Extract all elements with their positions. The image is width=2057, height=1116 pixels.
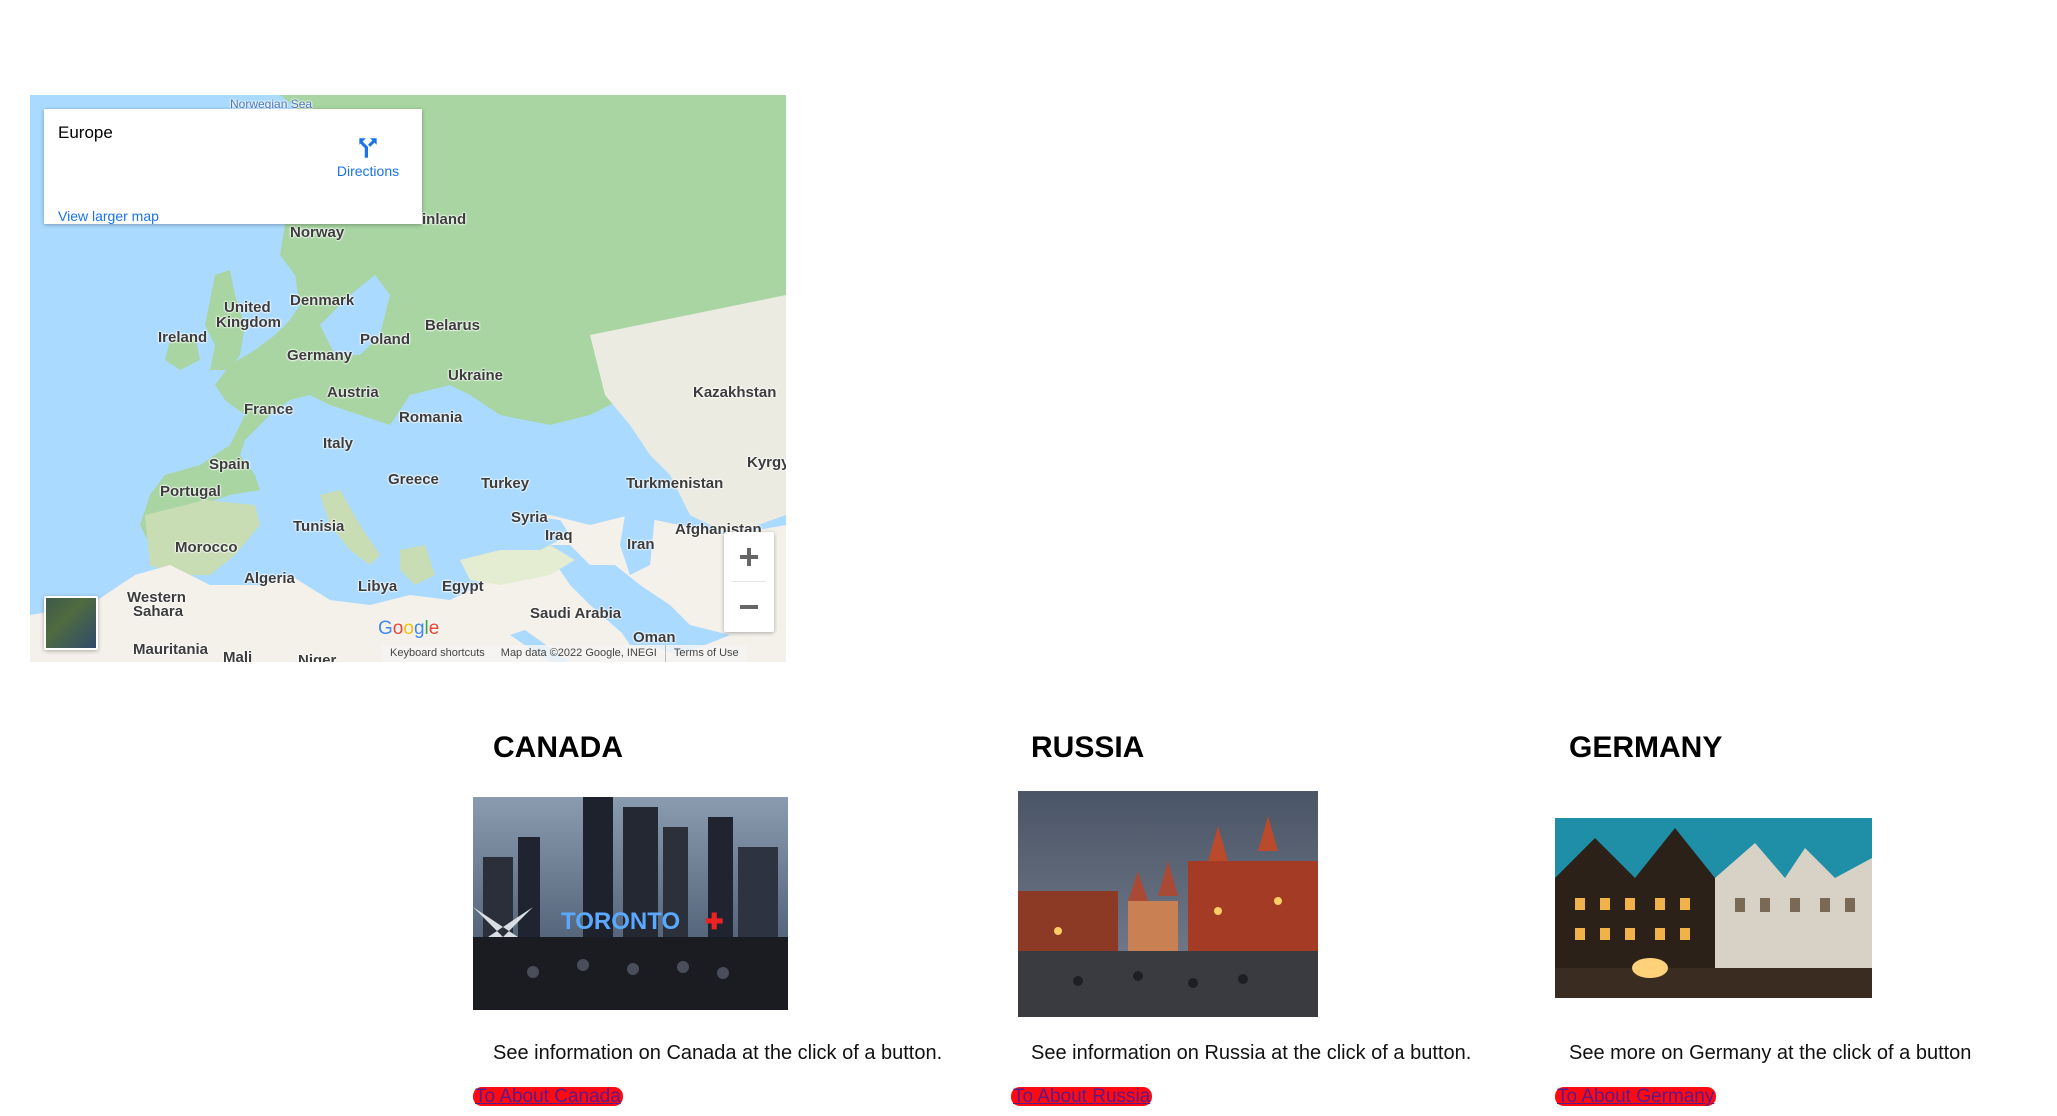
map-label: Kingdom — [216, 314, 281, 331]
country-title: GERMANY — [1569, 731, 1723, 764]
map-data-text: Map data ©2022 Google, INEGI — [500, 647, 657, 659]
map-label: Portugal — [160, 483, 221, 500]
map-label: Belarus — [425, 317, 481, 334]
embedded-map[interactable]: Norwegian Sea inland Norway Denmark Unit… — [30, 95, 786, 662]
map-label: Spain — [209, 456, 250, 473]
map-label: Sahara — [133, 603, 184, 620]
map-label: Italy — [323, 435, 354, 452]
map-label: Ukraine — [448, 367, 504, 384]
country-description: See information on Russia at the click o… — [1031, 1042, 1472, 1064]
map-label: Ireland — [158, 329, 208, 346]
zoom-in-button[interactable] — [724, 532, 774, 582]
svg-text:✚: ✚ — [705, 909, 723, 934]
map-label: Germany — [287, 347, 353, 364]
map-label: Algeria — [244, 570, 295, 587]
directions-button[interactable]: Directions — [328, 135, 408, 179]
keyboard-shortcuts-link[interactable]: Keyboard shortcuts — [382, 645, 493, 662]
map-place-name: Europe — [58, 123, 113, 142]
map-label: Libya — [358, 578, 398, 595]
satellite-layer-toggle[interactable] — [44, 596, 98, 650]
map-label: Austria — [327, 384, 379, 401]
directions-icon — [359, 138, 377, 158]
map-label: inland — [422, 211, 467, 228]
map-label: Denmark — [290, 292, 355, 309]
map-label: Poland — [360, 331, 411, 348]
map-attribution: Keyboard shortcuts Map data ©2022 Google… — [382, 645, 747, 662]
map-label: Norway — [290, 224, 345, 241]
zoom-out-button[interactable] — [724, 582, 774, 632]
map-label: Mali — [223, 649, 253, 662]
map-label: Saudi Arabia — [530, 605, 622, 622]
country-description: See information on Canada at the click o… — [493, 1042, 943, 1064]
map-label: Iran — [627, 536, 655, 553]
map-label: Iraq — [545, 527, 573, 544]
toronto-city-photo: TORONTO ✚ — [473, 797, 788, 1010]
zoom-controls — [724, 532, 774, 632]
map-label: Romania — [399, 409, 463, 426]
map-label: Tunisia — [293, 518, 345, 535]
country-title: RUSSIA — [1031, 731, 1145, 764]
map-label: France — [244, 401, 294, 418]
map-label: Kyrgy — [747, 454, 786, 471]
map-label: United — [224, 299, 271, 316]
view-larger-map-link[interactable]: View larger map — [58, 208, 159, 224]
directions-label: Directions — [336, 163, 400, 179]
map-label: Turkmenistan — [626, 475, 724, 492]
minus-icon — [740, 605, 758, 609]
country-title: CANADA — [493, 731, 623, 764]
map-label: Oman — [633, 629, 676, 646]
map-label: Morocco — [175, 539, 238, 556]
to-about-germany-button[interactable]: To About Germany — [1555, 1087, 1717, 1106]
country-description: See more on Germany at the click of a bu… — [1569, 1042, 1972, 1064]
map-label: Kazakhstan — [693, 384, 777, 401]
map-label: Mauritania — [133, 641, 209, 658]
to-about-canada-button[interactable]: To About Canada — [473, 1087, 623, 1106]
toronto-sign-text: TORONTO — [561, 908, 680, 935]
map-label: Greece — [388, 471, 439, 488]
map-label: Turkey — [481, 475, 530, 492]
to-about-russia-button[interactable]: To About Russia — [1011, 1087, 1153, 1106]
map-label: Niger — [298, 652, 337, 662]
plus-icon — [740, 548, 758, 566]
map-label: Egypt — [442, 578, 484, 595]
google-logo: Google — [378, 618, 440, 639]
terms-of-use-link[interactable]: Terms of Use — [666, 645, 747, 662]
map-label: Syria — [511, 509, 548, 526]
german-old-town-photo — [1555, 818, 1872, 998]
moscow-red-square-photo — [1018, 791, 1318, 1017]
map-place-card: Europe Directions View larger map — [44, 109, 422, 224]
